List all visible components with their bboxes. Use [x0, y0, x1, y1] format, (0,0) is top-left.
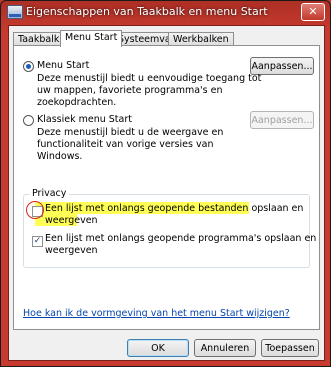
apply-button[interactable]: Toepassen [261, 339, 319, 357]
ok-button[interactable]: OK [127, 339, 189, 357]
recent-files-label[interactable]: Een lijst met onlangs geopende bestanden… [45, 203, 303, 227]
privacy-title: Privacy [29, 188, 70, 199]
tab-werkbalken[interactable]: Werkbalken [168, 32, 234, 46]
menu-start-radio[interactable] [23, 61, 34, 72]
close-button[interactable]: ✕ [301, 3, 325, 21]
recent-programs-label[interactable]: Een lijst met onlangs geopende programma… [45, 233, 316, 257]
tab-menu-start[interactable]: Menu Start [60, 30, 123, 47]
menu-start-label[interactable]: Menu Start [37, 60, 89, 71]
classic-menu-start-description: Deze menustijl biedt u de weergave en fu… [37, 127, 224, 162]
title-bar[interactable]: Eigenschappen van Taakbalk en menu Start… [1, 1, 330, 23]
window-title: Eigenschappen van Taakbalk en menu Start [26, 5, 268, 18]
recent-programs-checkbox[interactable]: ✓ [32, 236, 43, 247]
dialog-window: Eigenschappen van Taakbalk en menu Start… [0, 0, 331, 367]
cancel-button[interactable]: Annuleren [194, 339, 256, 357]
taskbar-properties-icon [7, 5, 23, 19]
annotation-circle [26, 201, 44, 219]
help-link[interactable]: Hoe kan ik de vormgeving van het menu St… [23, 308, 290, 319]
tab-panel-menu-start: Menu Start Aanpassen... Deze menustijl b… [13, 45, 320, 330]
dialog-client-area: Taakbalk Menu Start Systeemvak Werkbalke… [8, 25, 325, 361]
classic-menu-start-label[interactable]: Klassiek menu Start [37, 114, 132, 125]
classic-menu-start-radio[interactable] [23, 115, 34, 126]
customize-classic-button[interactable]: Aanpassen... [250, 111, 314, 129]
tab-taakbalk[interactable]: Taakbalk [13, 32, 65, 46]
menu-start-description: Deze menustijl biedt u eenvoudige toegan… [37, 73, 262, 108]
